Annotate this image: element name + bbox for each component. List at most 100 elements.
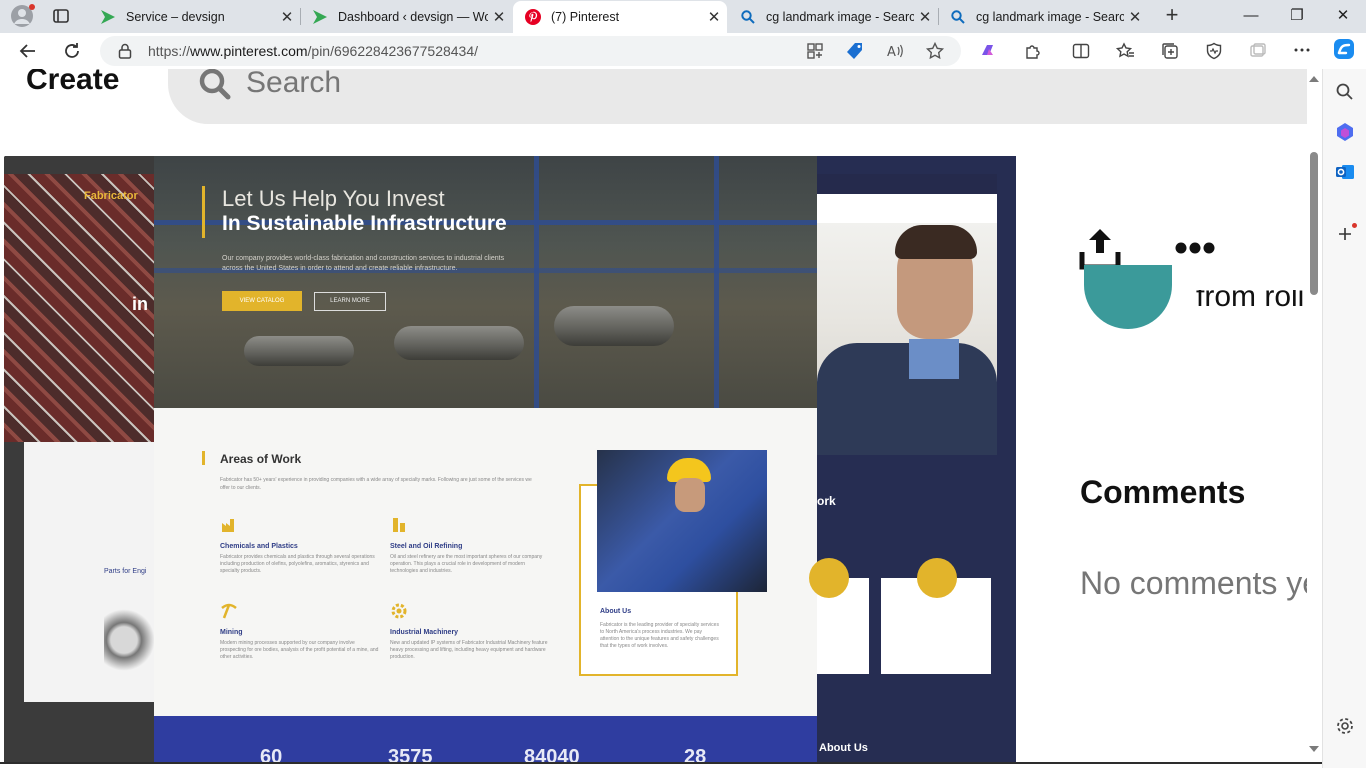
app-available-icon[interactable]	[805, 41, 825, 61]
close-window-button[interactable]: ✕	[1320, 0, 1366, 33]
outlook-icon[interactable]	[1335, 162, 1355, 182]
sidebar-settings-gear-icon[interactable]	[1335, 716, 1355, 736]
close-tab-icon[interactable]: ✕	[276, 8, 298, 26]
browser-essentials-icon[interactable]	[1204, 41, 1224, 61]
stat-value: 28	[684, 746, 707, 762]
worker-face-graphic	[675, 478, 705, 512]
hero-title-line-2: In Sustainable Infrastructure	[222, 212, 507, 235]
svg-text:A: A	[887, 45, 896, 60]
restore-button[interactable]: ❐	[1274, 0, 1320, 33]
tab-dashboard-devsign[interactable]: Dashboard ‹ devsign — WordPress ✕	[300, 0, 512, 33]
hero-title-line-1: Let Us Help You Invest	[222, 186, 445, 211]
profile-avatar-icon[interactable]	[10, 4, 35, 28]
hero-text: Our company provides world-class fabrica…	[222, 255, 505, 272]
pipe-graphic	[394, 326, 524, 360]
url-prefix: https://	[148, 43, 191, 59]
stat-value: 84040	[524, 746, 580, 762]
minimize-button[interactable]: —	[1228, 0, 1274, 33]
work-item-machinery: Industrial Machinery New and updated IP …	[390, 602, 550, 661]
pinterest-favicon-icon	[525, 9, 541, 25]
pin-image[interactable]: Fabricator in Parts for Engi Let Us Help…	[4, 156, 1016, 762]
close-tab-icon[interactable]: ✕	[1124, 8, 1146, 26]
work-text: Modern mining processes supported by our…	[220, 640, 379, 660]
right-work-heading: ork	[817, 494, 836, 508]
close-tab-icon[interactable]: ✕	[703, 8, 725, 26]
address-bar[interactable]: https://www.pinterest.com/pin/6962284236…	[100, 36, 961, 66]
pinterest-page: Create Search Fabricator in Parts for En…	[0, 69, 1322, 762]
url-path: /pin/696228423677528434/	[307, 43, 479, 59]
work-title: Chemicals and Plastics	[220, 543, 298, 550]
shopping-tag-icon[interactable]	[845, 41, 865, 61]
close-tab-icon[interactable]: ✕	[914, 8, 936, 26]
read-aloud-icon[interactable]: A	[885, 41, 905, 61]
copilot-hub-icon[interactable]	[1335, 122, 1355, 142]
workspace-disabled-icon[interactable]	[1248, 41, 1268, 61]
work-text: New and updated IP systems of Fabricator…	[390, 640, 548, 660]
favorite-star-icon[interactable]	[925, 41, 945, 61]
scroll-up-arrow-icon[interactable]	[1309, 76, 1319, 82]
more-options-button[interactable]	[1172, 228, 1218, 268]
hero-accent-bar	[202, 186, 205, 238]
copilot-button[interactable]	[1330, 36, 1358, 62]
fabricator-logo: Fabricator	[84, 190, 138, 202]
work-item-mining: Mining Modern mining processes supported…	[220, 602, 380, 661]
areas-of-work-title: Areas of Work	[220, 452, 302, 466]
pipe-graphic	[554, 306, 674, 346]
about-us-text: Fabricator is the leading provider of sp…	[600, 622, 719, 649]
search-icon[interactable]	[1335, 82, 1355, 102]
back-button[interactable]	[14, 38, 42, 64]
scrollbar-thumb[interactable]	[1310, 152, 1318, 295]
search-icon	[199, 69, 231, 100]
tab-pinterest[interactable]: (7) Pinterest ✕	[513, 1, 727, 33]
create-link[interactable]: Create	[26, 69, 119, 97]
about-us-title: About Us	[600, 608, 632, 615]
search-input[interactable]: Search	[246, 69, 341, 100]
copilot-icon	[1334, 39, 1354, 59]
browser-titlebar: Service – devsign ✕ Dashboard ‹ devsign …	[0, 0, 1366, 33]
work-item-steel: Steel and Oil Refining Oil and steel ref…	[390, 516, 550, 575]
tab-title: (7) Pinterest	[551, 10, 620, 24]
tab-service-devsign[interactable]: Service – devsign ✕	[88, 0, 301, 33]
refinery-icon	[393, 518, 405, 532]
right-about-heading: About Us	[819, 742, 868, 754]
gear-icon	[391, 603, 407, 619]
engine-graphic	[104, 608, 154, 672]
yellow-circle-icon	[917, 558, 957, 598]
tab-title: Dashboard ‹ devsign — WordPress	[338, 9, 488, 24]
factory-icon	[222, 519, 234, 532]
settings-more-button[interactable]	[1288, 36, 1316, 62]
work-title: Steel and Oil Refining	[390, 543, 463, 550]
tab-bing-search-1[interactable]: cg landmark image - Search ✕	[728, 0, 939, 33]
areas-accent-bar	[202, 451, 205, 465]
pin-left-caption: Parts for Engi	[104, 568, 147, 575]
worker-photo	[597, 450, 767, 592]
website-mockup: Let Us Help You Invest In Sustainable In…	[154, 156, 817, 762]
plus-icon	[1339, 228, 1351, 240]
close-tab-icon[interactable]: ✕	[488, 8, 510, 26]
refresh-button[interactable]	[58, 38, 86, 64]
work-text: Fabricator provides chemicals and plasti…	[220, 554, 375, 574]
extensions-puzzle-icon[interactable]	[1023, 41, 1043, 61]
taskbar-edge	[0, 762, 1322, 768]
lock-icon[interactable]	[118, 43, 132, 59]
stat-value: 60	[260, 746, 283, 762]
scroll-down-arrow-icon[interactable]	[1309, 746, 1319, 752]
copilot-extension-icon[interactable]	[978, 41, 998, 61]
collections-icon[interactable]	[1160, 41, 1180, 61]
split-screen-icon[interactable]	[1071, 41, 1091, 61]
learn-more-label: LEARN MORE	[314, 292, 386, 311]
tab-actions-icon[interactable]	[50, 5, 72, 27]
favorites-icon[interactable]	[1115, 41, 1135, 61]
work-text: Oil and steel refinery are the most impo…	[390, 554, 543, 574]
pickaxe-icon	[221, 603, 237, 619]
more-horizontal-icon	[1175, 242, 1215, 254]
pinterest-search-bar[interactable]: Search	[168, 69, 1322, 124]
hero-section: Let Us Help You Invest In Sustainable In…	[154, 156, 817, 408]
new-tab-button[interactable]: +	[1159, 3, 1185, 29]
tab-bing-search-2[interactable]: cg landmark image - Search ✕	[938, 0, 1148, 33]
devsign-favicon-icon	[101, 9, 115, 24]
url-text[interactable]: https://www.pinterest.com/pin/6962284236…	[148, 43, 478, 59]
stat-value: 3575	[388, 746, 433, 762]
add-sidebar-app-button[interactable]	[1336, 223, 1357, 243]
stats-band: 60 3575 84040 28	[154, 716, 817, 762]
